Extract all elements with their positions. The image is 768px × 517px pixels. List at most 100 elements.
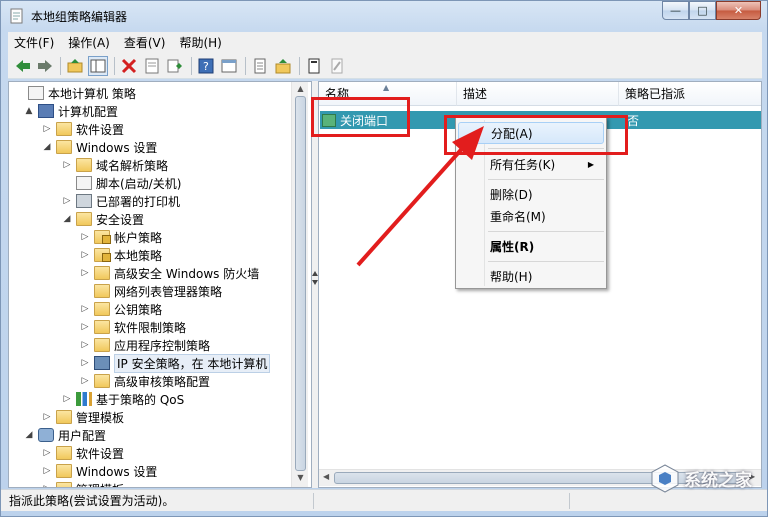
column-assigned[interactable]: 策略已指派 xyxy=(619,82,761,106)
maximize-button[interactable]: □ xyxy=(689,1,716,20)
expand-icon[interactable]: ▷ xyxy=(80,340,90,350)
menu-separator xyxy=(488,231,604,232)
tree-item-label: 域名解析策略 xyxy=(96,158,169,173)
properties-icon[interactable] xyxy=(142,56,162,76)
expand-icon[interactable]: ▷ xyxy=(80,304,90,314)
document-icon[interactable] xyxy=(250,56,270,76)
submenu-arrow-icon: ▶ xyxy=(587,159,594,169)
collapse-icon[interactable]: ▲ xyxy=(24,106,34,116)
tree-item[interactable]: 脚本(启动/关机) xyxy=(62,174,181,192)
tree-item[interactable]: ▷ 本地策略 xyxy=(80,246,162,264)
tree-item[interactable]: ▷ 软件设置 xyxy=(42,120,124,138)
tree-item[interactable]: ▷ 公钥策略 xyxy=(80,300,162,318)
tree-item[interactable]: ▲ 计算机配置 xyxy=(24,102,118,120)
folder-icon xyxy=(94,320,110,334)
folder-icon xyxy=(76,158,92,172)
tree-item-label: 脚本(启动/关机) xyxy=(96,176,182,191)
column-description[interactable]: 描述 xyxy=(457,82,619,106)
chart-bars-icon xyxy=(76,392,92,406)
expand-icon[interactable]: ▷ xyxy=(42,124,52,134)
export-list-icon[interactable] xyxy=(165,56,185,76)
scroll-left-icon[interactable]: ◀ xyxy=(323,472,329,481)
expand-icon[interactable]: ▷ xyxy=(80,322,90,332)
close-button[interactable]: ✕ xyxy=(716,1,761,20)
tree-item[interactable]: ▷ Windows 设置 xyxy=(42,462,157,480)
expand-icon[interactable]: ▷ xyxy=(80,358,90,368)
tree-item[interactable]: ▷ 管理模板 xyxy=(42,408,124,426)
menu-separator xyxy=(488,179,604,180)
folder-icon xyxy=(56,122,72,136)
collapse-icon[interactable]: ◢ xyxy=(42,142,52,152)
tree-item[interactable]: ▷ 基于策略的 QoS xyxy=(62,390,184,408)
show-hide-tree-icon[interactable] xyxy=(88,56,108,76)
tree-pane[interactable]: 本地计算机 策略 ▲ 计算机配置 ▷ 软件设置 ◢ Windows 设置 ▷ 域名解析策略 脚本(… xyxy=(8,81,312,488)
tree-item[interactable]: ▷ 高级审核策略配置 xyxy=(80,372,210,390)
tree-item-label: 软件设置 xyxy=(76,122,125,137)
tree-item-label: 公钥策略 xyxy=(114,302,163,317)
title-bar[interactable]: 本地组策略编辑器 — □ ✕ xyxy=(1,1,767,31)
svg-text:?: ? xyxy=(203,60,209,73)
tree-item[interactable]: ▷ 应用程序控制策略 xyxy=(80,336,210,354)
expand-icon[interactable]: ▷ xyxy=(80,250,90,260)
panel-icon[interactable] xyxy=(219,56,239,76)
tree-item-label: 本地计算机 策略 xyxy=(48,86,136,101)
toolbar-separator xyxy=(114,57,115,75)
script-disabled-icon[interactable] xyxy=(327,56,347,76)
locked-folder-icon xyxy=(94,248,111,262)
expand-icon[interactable]: ▷ xyxy=(80,268,90,278)
tree-item[interactable]: ▷ IP 安全策略，在 本地计算机 xyxy=(80,353,271,373)
expand-icon[interactable]: ▷ xyxy=(42,466,52,476)
window-controls: — □ ✕ xyxy=(662,1,761,20)
tree-item[interactable]: ▷ 高级安全 Windows 防火墙 xyxy=(80,264,259,282)
tree-item-label: 安全设置 xyxy=(96,212,145,227)
tree-item[interactable]: ▷ 已部署的打印机 xyxy=(62,192,180,210)
collapse-icon[interactable]: ◢ xyxy=(24,430,34,440)
expand-icon[interactable]: ▷ xyxy=(62,160,72,170)
help-icon[interactable]: ? xyxy=(196,56,216,76)
menu-help[interactable]: 帮助(H) xyxy=(179,34,221,51)
tree-item[interactable]: ▷ 软件设置 xyxy=(42,444,124,462)
tree-item[interactable]: 本地计算机 策略 xyxy=(14,84,136,102)
delete-icon[interactable] xyxy=(119,56,139,76)
scroll-thumb[interactable] xyxy=(295,96,306,471)
tree-item[interactable]: ▷ 域名解析策略 xyxy=(62,156,168,174)
collapse-icon[interactable]: ◢ xyxy=(62,214,72,224)
expand-icon[interactable]: ▷ xyxy=(62,394,72,404)
folder-icon xyxy=(56,482,72,487)
expand-icon[interactable]: ▷ xyxy=(62,196,72,206)
tree-item-label: 软件限制策略 xyxy=(114,320,187,335)
tree-item-label: Windows 设置 xyxy=(76,140,158,155)
menu-view[interactable]: 查看(V) xyxy=(124,34,166,51)
scroll-up-icon[interactable]: ▲ xyxy=(292,84,309,93)
import-icon[interactable] xyxy=(273,56,293,76)
tree-item[interactable]: ▷ 软件限制策略 xyxy=(80,318,186,336)
toolbar-separator xyxy=(191,57,192,75)
folder-icon xyxy=(94,338,110,352)
menu-separator xyxy=(488,261,604,262)
expand-icon[interactable]: ▷ xyxy=(42,448,52,458)
minimize-button[interactable]: — xyxy=(662,1,689,20)
script-icon xyxy=(76,176,92,190)
expand-icon[interactable]: ▷ xyxy=(80,232,90,242)
tree-item[interactable]: ◢ 安全设置 xyxy=(62,210,144,228)
expand-icon[interactable]: ▷ xyxy=(80,376,90,386)
menu-action[interactable]: 操作(A) xyxy=(68,34,110,51)
tree-item[interactable]: 网络列表管理器策略 xyxy=(80,282,222,300)
tree-item[interactable]: ◢ Windows 设置 xyxy=(42,138,157,156)
up-folder-icon[interactable] xyxy=(65,56,85,76)
tree-item-label: 网络列表管理器策略 xyxy=(114,284,223,299)
back-icon[interactable] xyxy=(13,56,33,76)
tree-scrollbar[interactable]: ▲ ▼ xyxy=(291,82,308,487)
forward-icon[interactable] xyxy=(35,56,55,76)
tree-item-label: 高级安全 Windows 防火墙 xyxy=(114,266,260,281)
expand-icon[interactable]: ▷ xyxy=(42,484,52,487)
scroll-down-icon[interactable]: ▼ xyxy=(292,473,309,482)
tree-item[interactable]: ▷ 管理模板 xyxy=(42,480,124,487)
script-icon[interactable] xyxy=(304,56,324,76)
sort-ascending-icon: ▲ xyxy=(383,83,390,92)
expand-icon[interactable]: ▷ xyxy=(42,412,52,422)
tree-item[interactable]: ▷ 帐户策略 xyxy=(80,228,162,246)
folder-icon xyxy=(94,266,110,280)
tree-item[interactable]: ◢ 用户配置 xyxy=(24,426,106,444)
menu-file[interactable]: 文件(F) xyxy=(14,34,54,51)
